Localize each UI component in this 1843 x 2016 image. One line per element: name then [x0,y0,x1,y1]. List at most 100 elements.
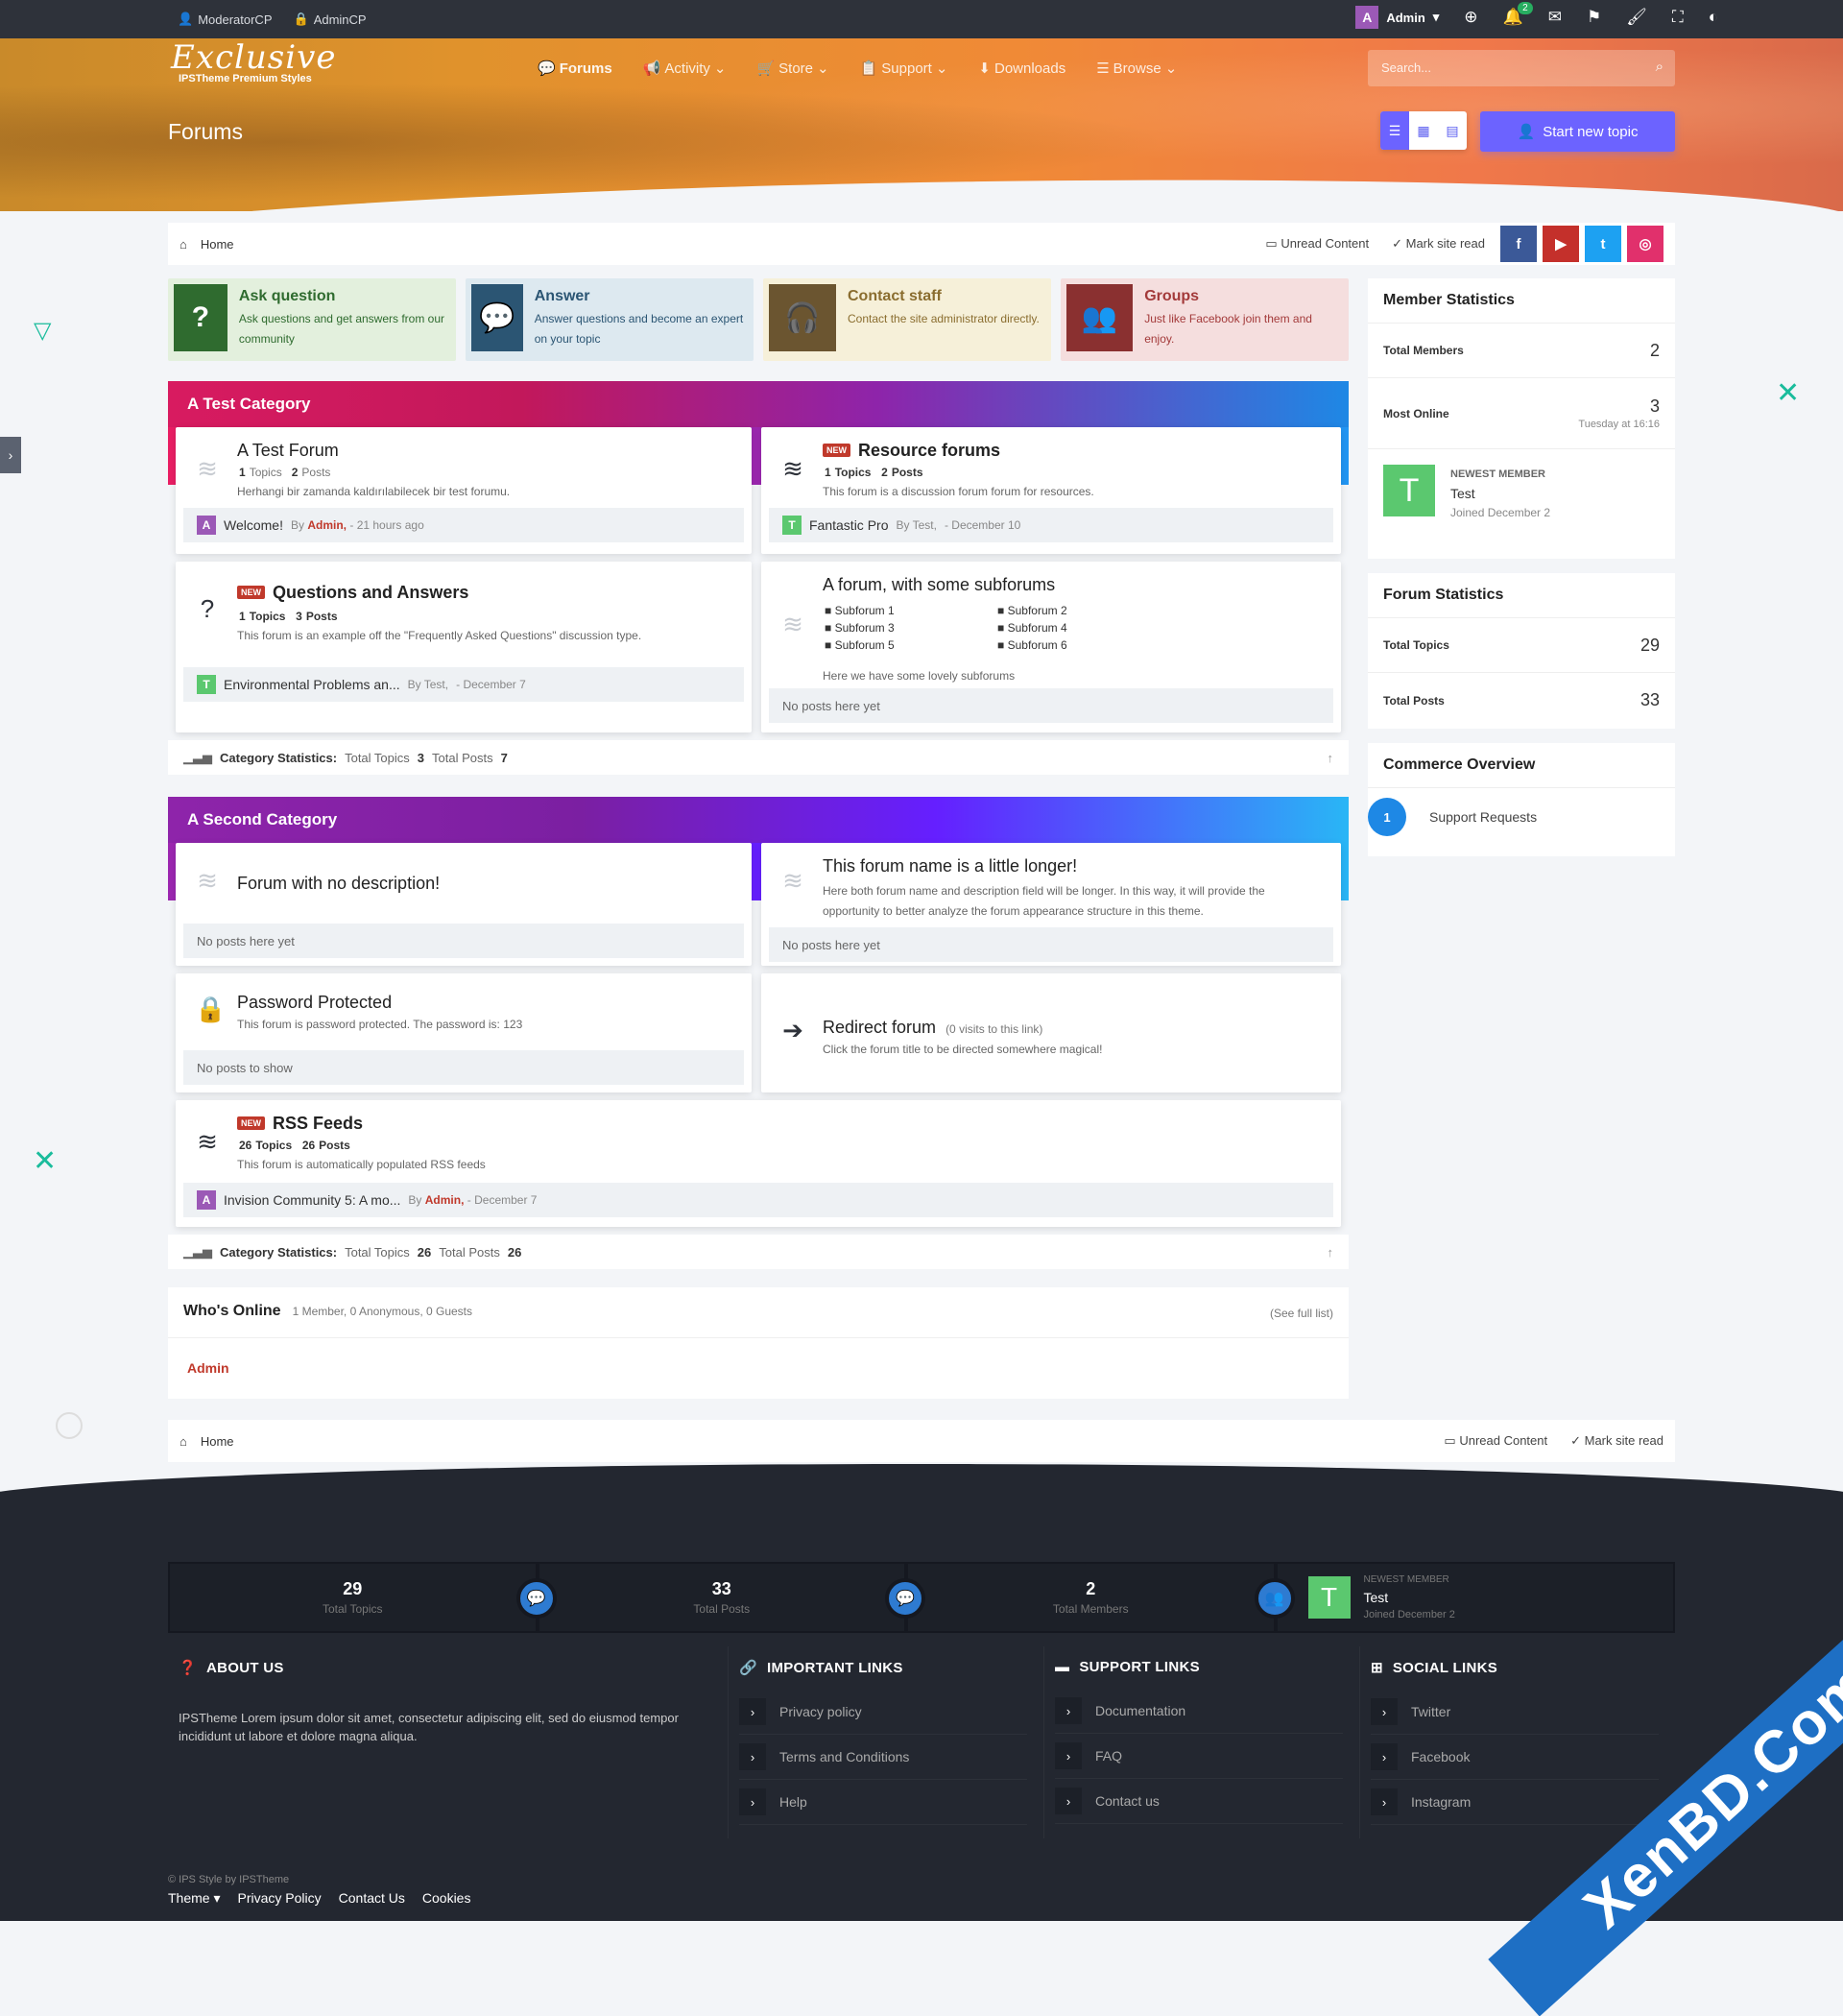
subforum-link[interactable]: ■ Subforum 4 [997,621,1170,635]
search-input[interactable]: Search... ⌕ [1368,50,1675,86]
subforum-link[interactable]: ■ Subforum 6 [997,638,1170,652]
footer-link[interactable]: › Privacy policy [739,1690,1027,1735]
footer-bottom-link[interactable]: Contact Us [339,1890,405,1907]
forum-title[interactable]: A Test Forum [237,441,339,461]
online-user[interactable]: Admin [187,1360,229,1376]
bell-icon[interactable]: 🔔 2 [1503,2,1533,27]
avatar[interactable]: A [197,516,216,535]
nav-forums[interactable]: 💬 Forums [538,60,612,78]
forum-card[interactable]: 🔒 Password Protected This forum is passw… [176,973,752,1092]
support-requests-link[interactable]: 1 Support Requests [1368,788,1675,836]
quick-card[interactable]: 🎧 Contact staff Contact the site administr… [763,278,1051,361]
nav-support[interactable]: 📋 Support ⌄ [860,60,948,78]
arrow-up-icon[interactable]: ↑ [1328,1245,1334,1260]
plus-circle-icon[interactable]: ⊕ [1464,8,1477,27]
chevron-right-icon: › [1371,1698,1398,1725]
forum-title[interactable]: Questions and Answers [273,583,468,602]
nav-downloads[interactable]: ⬇ Downloads [978,60,1065,78]
forum-title[interactable]: Password Protected [237,993,392,1013]
forum-card[interactable]: ≋ Forum with no description! No posts he… [176,843,752,966]
footer-bottom-link[interactable]: Privacy Policy [238,1890,322,1907]
last-post[interactable]: A Invision Community 5: A mo... By Admin… [183,1183,1333,1217]
forum-card[interactable]: ≋ NEW Resource forums 1 Topics 2 Posts This… [761,427,1341,554]
footer-link[interactable]: › Twitter [1371,1690,1659,1735]
subforum-link[interactable]: ■ Subforum 1 [825,604,997,617]
avatar[interactable]: T [1307,1576,1351,1619]
forum-title[interactable]: Redirect forum [823,1018,936,1037]
social-button[interactable]: t [1585,226,1621,262]
quick-card[interactable]: ? Ask question Ask questions and get answe… [168,278,456,361]
avatar[interactable]: T [782,516,802,535]
flag-icon[interactable]: ⚑ [1587,8,1601,27]
forum-card[interactable]: ≋ A forum, with some subforums ■ Subforu… [761,562,1341,732]
last-post[interactable]: T Fantastic Pro By Test, - December 10 [769,508,1333,542]
forum-title[interactable]: This forum name is a little longer! [823,856,1077,876]
subforum-link[interactable]: ■ Subforum 5 [825,638,997,652]
paint-icon[interactable]: 🖌 [1626,8,1647,27]
breadcrumb-home[interactable]: Home [201,237,234,252]
forum-title[interactable]: Forum with no description! [237,874,440,894]
footer-newest-member[interactable]: T NEWEST MEMBER Test Joined December 2 [1275,1562,1675,1633]
footer-bottom-link[interactable]: Theme ▾ [168,1890,221,1907]
quick-card-title[interactable]: Groups [1144,288,1343,305]
view-grid-icon[interactable]: ▦ [1409,111,1438,150]
user-avatar[interactable]: A [1355,6,1379,29]
moderator-cp-link[interactable]: 👤 ModeratorCP [178,12,273,27]
footer-link[interactable]: › Facebook [1371,1735,1659,1780]
mark-site-read-link[interactable]: ✓ Mark site read [1570,1433,1663,1449]
footer-link[interactable]: › Terms and Conditions [739,1735,1027,1780]
side-toggle[interactable]: › [0,437,21,473]
arrow-up-icon[interactable]: ↑ [1328,751,1334,765]
quick-card[interactable]: 💬 Answer Answer questions and become an ex… [466,278,754,361]
social-button[interactable]: f [1500,226,1537,262]
last-post[interactable]: T Environmental Problems an... By Test, … [183,667,744,702]
forum-card[interactable]: ≋ NEW RSS Feeds 26 Topics 26 Posts This for… [176,1100,1341,1227]
avatar[interactable]: T [1383,465,1435,516]
last-post[interactable]: A Welcome! By Admin, - 21 hours ago [183,508,744,542]
footer-link[interactable]: › Documentation [1055,1689,1343,1734]
quick-card-title[interactable]: Answer [535,288,748,305]
forum-card[interactable]: ≋ This forum name is a little longer! He… [761,843,1341,966]
start-new-topic-button[interactable]: 👤 Start new topic [1480,111,1675,152]
social-button[interactable]: ◎ [1627,226,1663,262]
forum-card[interactable]: ≋ A Test Forum 1 Topics 2 Posts Herhangi b… [176,427,752,554]
forum-title[interactable]: A forum, with some subforums [823,575,1055,595]
unread-content-link[interactable]: ▭ Unread Content [1265,236,1369,252]
newest-member[interactable]: T NEWEST MEMBER Test Joined December 2 [1368,449,1675,538]
forum-card[interactable]: ? NEW Questions and Answers 1 Topics 3 Post… [176,562,752,732]
footer-link[interactable]: › FAQ [1055,1734,1343,1779]
view-list-icon[interactable]: ☰ [1380,111,1409,150]
nav-browse[interactable]: ☰ Browse ⌄ [1096,60,1177,78]
search-icon[interactable]: ⌕ [1656,59,1663,75]
envelope-icon[interactable]: ✉ [1548,8,1562,27]
site-logo[interactable]: Exclusive IPSTheme Premium Styles [171,38,336,84]
unread-content-link[interactable]: ▭ Unread Content [1444,1433,1547,1449]
subforum-link[interactable]: ■ Subforum 2 [997,604,1170,617]
avatar[interactable]: T [197,675,216,694]
quick-card-title[interactable]: Ask question [239,288,450,305]
forum-title[interactable]: Resource forums [858,441,1000,460]
forum-title[interactable]: RSS Feeds [273,1114,363,1133]
quick-card-description: Ask questions and get answers from our c… [238,312,445,346]
user-menu[interactable]: A Admin ▾ [1355,6,1439,29]
nav-store[interactable]: 🛒 Store ⌄ [756,60,828,78]
forum-card[interactable]: ➔ Redirect forum (0 visits to this link)… [761,973,1341,1092]
footer-bottom-link[interactable]: Cookies [422,1890,471,1907]
contrast-icon[interactable]: ◐ [1709,8,1718,27]
fullscreen-icon[interactable]: ⛶ [1672,8,1684,27]
footer-link[interactable]: › Help [739,1780,1027,1825]
footer-link[interactable]: › Instagram [1371,1780,1659,1825]
category-title[interactable]: A Test Category [168,381,1349,427]
category-title[interactable]: A Second Category [168,797,1349,843]
see-full-list-link[interactable]: (See full list) [1270,1307,1333,1320]
quick-card-title[interactable]: Contact staff [848,288,1040,305]
admin-cp-link[interactable]: 🔒 AdminCP [294,12,367,27]
mark-site-read-link[interactable]: ✓ Mark site read [1392,236,1485,252]
footer-link[interactable]: › Contact us [1055,1779,1343,1824]
quick-card[interactable]: 👥 Groups Just like Facebook join them and … [1061,278,1349,361]
nav-activity[interactable]: 📢 Activity ⌄ [643,60,727,78]
subforum-link[interactable]: ■ Subforum 3 [825,621,997,635]
social-button[interactable]: ▶ [1543,226,1579,262]
view-table-icon[interactable]: ▤ [1438,111,1467,150]
avatar[interactable]: A [197,1190,216,1210]
